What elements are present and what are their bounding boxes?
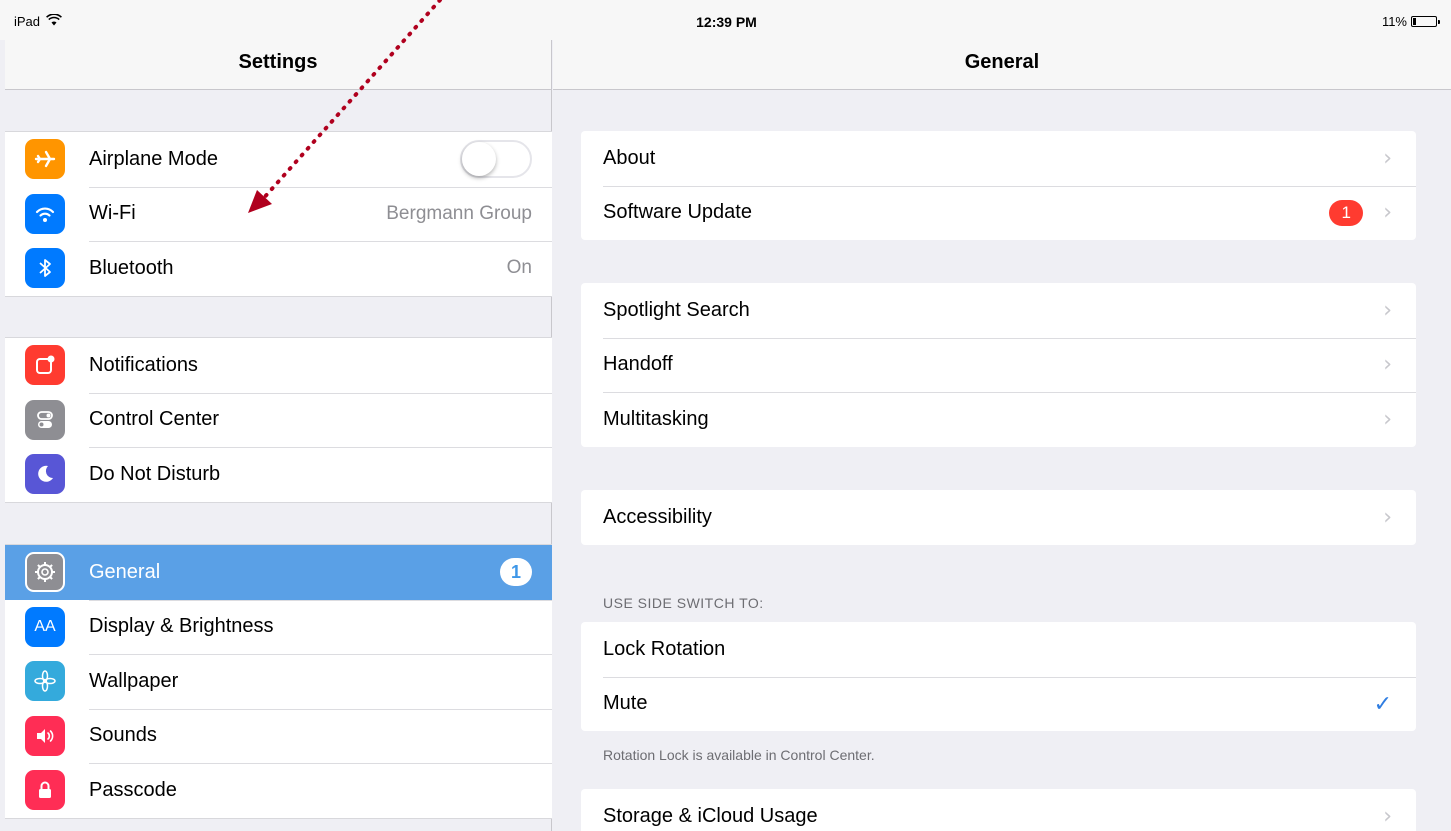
status-bar: iPad 12:39 PM 11% bbox=[0, 0, 1451, 40]
sidebar-item-do-not-disturb[interactable]: Do Not Disturb bbox=[5, 447, 552, 502]
detail-title: General bbox=[964, 51, 1040, 73]
wallpaper-icon bbox=[25, 661, 65, 702]
detail-row-handoff[interactable]: Handoff › bbox=[581, 337, 1416, 393]
sidebar-item-notifications[interactable]: Notifications bbox=[5, 338, 552, 393]
sidebar-nav-bar: Settings bbox=[5, 40, 551, 90]
sidebar-item-sounds[interactable]: Sounds bbox=[5, 708, 552, 764]
detail-row-mute[interactable]: Mute ✓ bbox=[581, 676, 1416, 732]
chevron-right-icon: › bbox=[1383, 803, 1392, 829]
lock-icon bbox=[25, 770, 65, 811]
sidebar-item-value: Bergmann Group bbox=[386, 202, 532, 224]
chevron-right-icon: › bbox=[1383, 145, 1392, 171]
status-right: 11% bbox=[1381, 14, 1440, 29]
airplane-mode-toggle[interactable] bbox=[460, 140, 532, 179]
sidebar-item-label: Passcode bbox=[89, 778, 177, 801]
sidebar-item-display-and-brightness[interactable]: AA Display & Brightness bbox=[5, 599, 552, 655]
battery-fill bbox=[1413, 18, 1416, 25]
detail-row-label: Multitasking bbox=[603, 407, 709, 430]
detail-row-label: Mute bbox=[603, 692, 648, 715]
detail-row-label: Lock Rotation bbox=[603, 637, 726, 660]
chevron-right-icon: › bbox=[1383, 504, 1392, 530]
sidebar-item-airplane-mode[interactable]: Airplane Mode bbox=[5, 132, 552, 187]
general-detail-pane: General About › Software Update 1 › Spotlight… bbox=[553, 0, 1451, 831]
sidebar-group: Notifications Control Center Do Not Distur… bbox=[5, 337, 552, 503]
sidebar-item-label: Control Center bbox=[89, 408, 220, 431]
status-time: 12:39 PM bbox=[696, 14, 757, 30]
detail-nav-bar: General bbox=[553, 40, 1451, 90]
battery-percent: 11% bbox=[1381, 14, 1407, 29]
detail-row-about[interactable]: About › bbox=[581, 131, 1416, 186]
sidebar-item-label: Bluetooth bbox=[89, 256, 174, 279]
detail-row-label: Storage & iCloud Usage bbox=[603, 804, 818, 827]
control-center-icon bbox=[25, 399, 65, 440]
sidebar-item-passcode[interactable]: Passcode bbox=[5, 763, 552, 818]
sidebar-item-wallpaper[interactable]: Wallpaper bbox=[5, 654, 552, 709]
detail-row-storage-and-icloud-usage[interactable]: Storage & iCloud Usage › bbox=[581, 789, 1416, 831]
software-update-badge: 1 bbox=[1329, 199, 1364, 226]
sidebar-item-label: Airplane Mode bbox=[89, 147, 218, 170]
sidebar-item-label: Do Not Disturb bbox=[89, 462, 221, 485]
detail-row-label: Accessibility bbox=[603, 505, 712, 528]
sidebar-item-value: On bbox=[506, 257, 532, 279]
bluetooth-icon bbox=[25, 248, 65, 289]
chevron-right-icon: › bbox=[1383, 352, 1392, 378]
sidebar-item-control-center[interactable]: Control Center bbox=[5, 392, 552, 448]
sidebar-item-label: Display & Brightness bbox=[89, 615, 274, 638]
detail-row-multitasking[interactable]: Multitasking › bbox=[581, 392, 1416, 447]
sidebar-group: General 1 AA Display & Brightness Wallpaper S… bbox=[5, 544, 552, 819]
sidebar-item-label: Wallpaper bbox=[89, 669, 179, 692]
detail-row-label: Spotlight Search bbox=[603, 298, 750, 321]
detail-group: Accessibility › bbox=[581, 490, 1416, 545]
display-brightness-icon: AA bbox=[25, 606, 65, 647]
sidebar-item-general[interactable]: General 1 bbox=[5, 545, 552, 600]
sidebar-item-label: General bbox=[89, 560, 161, 583]
detail-group: About › Software Update 1 › bbox=[581, 131, 1416, 240]
detail-row-accessibility[interactable]: Accessibility › bbox=[581, 490, 1416, 545]
sidebar-item-wi-fi[interactable]: Wi-Fi Bergmann Group bbox=[5, 186, 552, 242]
sidebar-group: Airplane Mode Wi-Fi Bergmann Group Bluetoot… bbox=[5, 131, 552, 297]
status-time-wrap: 12:39 PM bbox=[0, 14, 1451, 30]
battery-icon bbox=[1411, 16, 1440, 27]
speaker-icon bbox=[25, 715, 65, 756]
sidebar-item-bluetooth[interactable]: Bluetooth On bbox=[5, 241, 552, 296]
update-badge: 1 bbox=[500, 558, 532, 587]
chevron-right-icon: › bbox=[1383, 406, 1392, 432]
sidebar-title: Settings bbox=[238, 51, 318, 73]
detail-row-software-update[interactable]: Software Update 1 › bbox=[581, 185, 1416, 241]
chevron-right-icon: › bbox=[1383, 200, 1392, 226]
detail-row-lock-rotation[interactable]: Lock Rotation bbox=[581, 622, 1416, 677]
sidebar-item-label: Wi-Fi bbox=[89, 202, 136, 225]
section-header: USE SIDE SWITCH TO: bbox=[603, 595, 764, 611]
moon-icon bbox=[25, 454, 65, 495]
notifications-icon bbox=[25, 345, 65, 386]
detail-row-label: Handoff bbox=[603, 353, 673, 376]
chevron-right-icon: › bbox=[1383, 297, 1392, 323]
detail-group: Storage & iCloud Usage › bbox=[581, 789, 1416, 831]
gear-icon bbox=[25, 552, 65, 593]
detail-row-spotlight-search[interactable]: Spotlight Search › bbox=[581, 283, 1416, 338]
sidebar-item-label: Notifications bbox=[89, 353, 198, 376]
detail-row-label: About bbox=[603, 146, 656, 169]
detail-row-label: Software Update bbox=[603, 201, 752, 224]
sidebar-item-label: Sounds bbox=[89, 724, 157, 747]
wifi-icon bbox=[25, 193, 65, 234]
settings-sidebar: Settings Airplane Mode Wi-Fi Bergmann Grou… bbox=[5, 0, 552, 831]
checkmark-icon: ✓ bbox=[1373, 690, 1392, 716]
detail-group: Spotlight Search › Handoff › Multitasking › bbox=[581, 283, 1416, 447]
airplane-icon bbox=[25, 139, 65, 180]
detail-group: Lock Rotation Mute ✓ bbox=[581, 622, 1416, 731]
toggle-knob bbox=[462, 142, 496, 177]
section-footer: Rotation Lock is available in Control Ce… bbox=[603, 747, 875, 763]
